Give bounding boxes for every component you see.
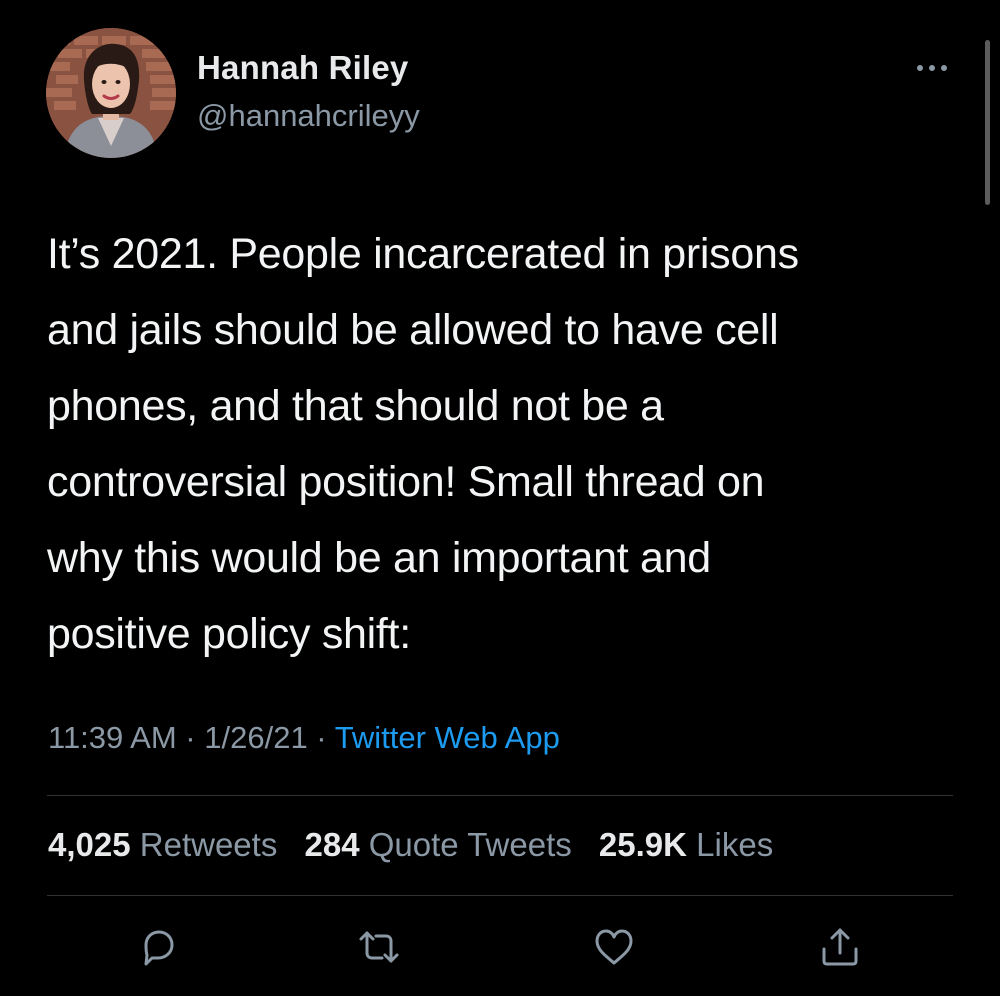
tweet-text-line: controversial position! Small thread on [47,458,765,506]
meta-separator: · [307,720,335,755]
retweets-stat[interactable]: 4,025 Retweets [48,826,277,863]
like-button[interactable] [592,925,636,969]
likes-stat[interactable]: 25.9K Likes [599,826,773,863]
divider [47,795,953,796]
likes-count: 25.9K [598,826,687,863]
retweets-label: Retweets [139,826,278,863]
tweet-time[interactable]: 11:39 AM [48,720,177,755]
tweet-text: It’s 2021. People incarcerated in prison… [47,216,967,672]
tweet-text-line: positive policy shift: [47,610,411,658]
tweet-meta: 11:39 AM · 1/26/21 · Twitter Web App [48,720,560,756]
tweet-text-line: why this would be an important and [47,534,711,582]
avatar[interactable] [46,28,176,158]
quote-tweets-label: Quote Tweets [368,826,572,863]
quote-tweets-stat[interactable]: 284 Quote Tweets [305,826,572,863]
avatar-image [46,28,176,158]
tweet-text-line: and jails should be allowed to have cell [47,306,779,354]
retweets-count: 4,025 [48,826,131,863]
quote-tweets-count: 284 [304,826,360,863]
tweet-text-line: It’s 2021. People incarcerated in prison… [47,230,799,278]
tweet-text-line: phones, and that should not be a [47,382,664,430]
meta-separator: · [176,720,205,755]
author-handle[interactable]: @hannahcrileyy [197,98,420,134]
tweet-detail: Hannah Riley @hannahcrileyy It’s 2021. P… [0,0,1000,996]
reply-icon [144,930,174,966]
reply-button[interactable] [136,925,180,969]
divider [47,895,953,896]
author-name[interactable]: Hannah Riley [197,49,408,87]
tweet-source-link[interactable]: Twitter Web App [335,720,560,755]
retweet-icon [359,931,399,963]
likes-label: Likes [696,826,774,863]
scrollbar[interactable] [985,40,990,205]
more-button[interactable] [912,58,952,78]
tweet-date[interactable]: 1/26/21 [204,720,307,755]
more-icon [917,65,947,71]
share-icon [822,928,858,966]
share-button[interactable] [818,925,862,969]
tweet-stats: 4,025 Retweets 284 Quote Tweets 25.9K Li… [48,826,791,864]
retweet-button[interactable] [357,925,401,969]
heart-icon [595,929,633,965]
